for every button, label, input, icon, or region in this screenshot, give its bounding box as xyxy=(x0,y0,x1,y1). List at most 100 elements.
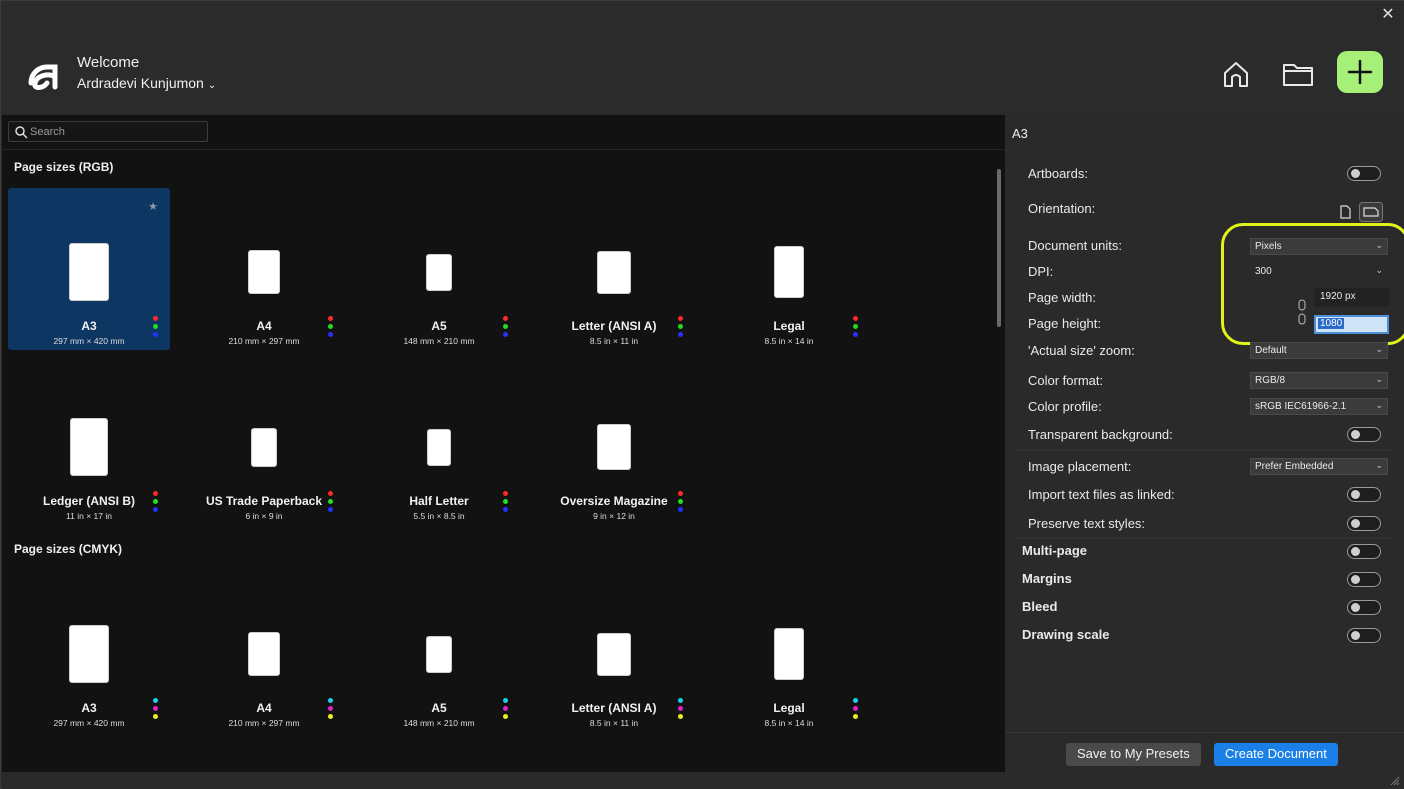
color-channel-dot xyxy=(328,706,333,711)
color-profile-select[interactable]: sRGB IEC61966-2.1 ⌄ xyxy=(1250,398,1388,415)
margins-label: Margins xyxy=(1022,571,1072,586)
preset-name: Ledger (ANSI B) xyxy=(42,494,135,508)
transparent-background-toggle[interactable] xyxy=(1347,427,1381,442)
artboards-label: Artboards: xyxy=(1028,166,1088,181)
section-title-cmyk: Page sizes (CMYK) xyxy=(14,542,123,556)
margins-toggle[interactable] xyxy=(1347,572,1381,587)
page-thumbnail xyxy=(427,428,451,466)
page-height-label: Page height: xyxy=(1028,316,1102,331)
portrait-orientation-icon[interactable] xyxy=(1335,203,1355,221)
preset-dimensions: 11 in × 17 in xyxy=(66,511,112,521)
preset-card[interactable]: Oversize Magazine 9 in × 12 in xyxy=(533,363,695,525)
color-channel-dot xyxy=(503,698,508,703)
preset-card[interactable]: A4 210 mm × 297 mm xyxy=(183,570,345,732)
preset-card[interactable]: US Trade Paperback 6 in × 9 in xyxy=(183,363,345,525)
preset-dimensions: 148 mm × 210 mm xyxy=(403,718,475,728)
image-placement-select[interactable]: Prefer Embedded ⌄ xyxy=(1250,458,1388,475)
page-thumbnail xyxy=(248,632,280,676)
preset-name: A5 xyxy=(431,319,447,333)
actual-size-zoom-select[interactable]: Default ⌄ xyxy=(1250,342,1388,359)
color-channel-dot xyxy=(853,722,858,727)
welcome-label: Welcome xyxy=(77,54,140,71)
color-channel-dot xyxy=(503,499,508,504)
color-channel-dot xyxy=(678,499,683,504)
bleed-toggle[interactable] xyxy=(1347,600,1381,615)
user-menu[interactable]: Ardradevi Kunjumon ⌄ xyxy=(77,75,216,91)
page-thumbnail xyxy=(70,418,108,476)
color-format-select[interactable]: RGB/8 ⌄ xyxy=(1250,372,1388,389)
color-channel-dot xyxy=(853,706,858,711)
preset-card[interactable]: Legal 8.5 in × 14 in xyxy=(708,188,870,350)
page-thumbnail xyxy=(774,628,804,680)
preset-card[interactable]: Ledger (ANSI B) 11 in × 17 in xyxy=(8,363,170,525)
page-thumbnail xyxy=(597,632,631,676)
color-profile-value: sRGB IEC61966-2.1 xyxy=(1255,401,1347,412)
preset-name: Letter (ANSI A) xyxy=(571,701,657,715)
multi-page-toggle[interactable] xyxy=(1347,544,1381,559)
home-icon[interactable] xyxy=(1219,57,1253,91)
artboards-toggle[interactable] xyxy=(1347,166,1381,181)
color-channel-dot xyxy=(503,706,508,711)
app-window: ✕ Welcome Ardradevi Kunjumon ⌄ Search Pag… xyxy=(0,0,1404,789)
preset-dimensions: 210 mm × 297 mm xyxy=(228,336,300,346)
favorite-star-icon[interactable]: ★ xyxy=(148,200,158,213)
color-channel-dot xyxy=(328,499,333,504)
preset-dimensions: 148 mm × 210 mm xyxy=(403,336,475,346)
search-input[interactable]: Search xyxy=(8,121,208,142)
vertical-scrollbar[interactable] xyxy=(997,169,1001,327)
preset-card[interactable]: A5 148 mm × 210 mm xyxy=(358,570,520,732)
close-icon[interactable]: ✕ xyxy=(1379,6,1397,24)
preserve-text-styles-toggle[interactable] xyxy=(1347,516,1381,531)
color-channel-dot xyxy=(853,714,858,719)
save-to-presets-button[interactable]: Save to My Presets xyxy=(1066,743,1201,766)
document-settings-panel: A3 Artboards: Orientation: Document unit… xyxy=(1005,115,1404,789)
divider xyxy=(1005,732,1404,733)
preset-name: Legal xyxy=(773,319,805,333)
user-name: Ardradevi Kunjumon xyxy=(77,75,204,91)
app-logo-icon xyxy=(28,64,58,90)
color-profile-label: Color profile: xyxy=(1028,399,1102,414)
preset-card[interactable]: A3 297 mm × 420 mm ★ xyxy=(8,188,170,350)
color-channel-dot xyxy=(503,332,508,337)
preset-card[interactable]: A4 210 mm × 297 mm xyxy=(183,188,345,350)
preset-name: Oversize Magazine xyxy=(560,494,668,508)
bleed-label: Bleed xyxy=(1022,599,1058,614)
page-thumbnail xyxy=(248,250,280,294)
color-channel-dot xyxy=(678,706,683,711)
color-channel-dot xyxy=(153,706,158,711)
import-text-linked-toggle[interactable] xyxy=(1347,487,1381,502)
color-channel-dot xyxy=(853,324,858,329)
preset-card[interactable]: Half Letter 5.5 in × 8.5 in xyxy=(358,363,520,525)
preset-card[interactable]: Letter (ANSI A) 8.5 in × 11 in xyxy=(533,188,695,350)
preset-name: A4 xyxy=(256,701,272,715)
preset-card[interactable]: A3 297 mm × 420 mm xyxy=(8,570,170,732)
folder-icon[interactable] xyxy=(1281,57,1315,91)
color-channel-dot xyxy=(153,316,158,321)
page-thumbnail xyxy=(426,253,452,291)
drawing-scale-label: Drawing scale xyxy=(1022,627,1110,642)
preset-card[interactable]: A5 148 mm × 210 mm xyxy=(358,188,520,350)
preset-dimensions: 9 in × 12 in xyxy=(593,511,635,521)
preset-browser: Search Page sizes (RGB) Page sizes (CMYK… xyxy=(2,115,1005,772)
document-units-label: Document units: xyxy=(1028,238,1122,253)
color-channel-dot xyxy=(503,714,508,719)
resize-grip-icon[interactable] xyxy=(1390,776,1400,786)
drawing-scale-toggle[interactable] xyxy=(1347,628,1381,643)
chevron-down-icon: ⌄ xyxy=(1375,344,1383,354)
color-channel-dot xyxy=(678,491,683,496)
color-channel-dot xyxy=(678,316,683,321)
color-channel-dot xyxy=(678,714,683,719)
preset-name: US Trade Paperback xyxy=(205,494,323,508)
landscape-orientation-icon[interactable] xyxy=(1359,202,1383,222)
header: Welcome Ardradevi Kunjumon ⌄ xyxy=(1,31,1404,115)
preset-card[interactable]: Legal 8.5 in × 14 in xyxy=(708,570,870,732)
color-channel-dot xyxy=(328,507,333,512)
chevron-down-icon: ⌄ xyxy=(1375,374,1383,384)
new-document-button[interactable] xyxy=(1337,51,1383,93)
color-channel-dot xyxy=(678,332,683,337)
color-channel-dot xyxy=(328,316,333,321)
create-document-button[interactable]: Create Document xyxy=(1214,743,1338,766)
preset-name: A4 xyxy=(256,319,272,333)
preset-card[interactable]: Letter (ANSI A) 8.5 in × 11 in xyxy=(533,570,695,732)
status-bar xyxy=(2,772,1005,789)
